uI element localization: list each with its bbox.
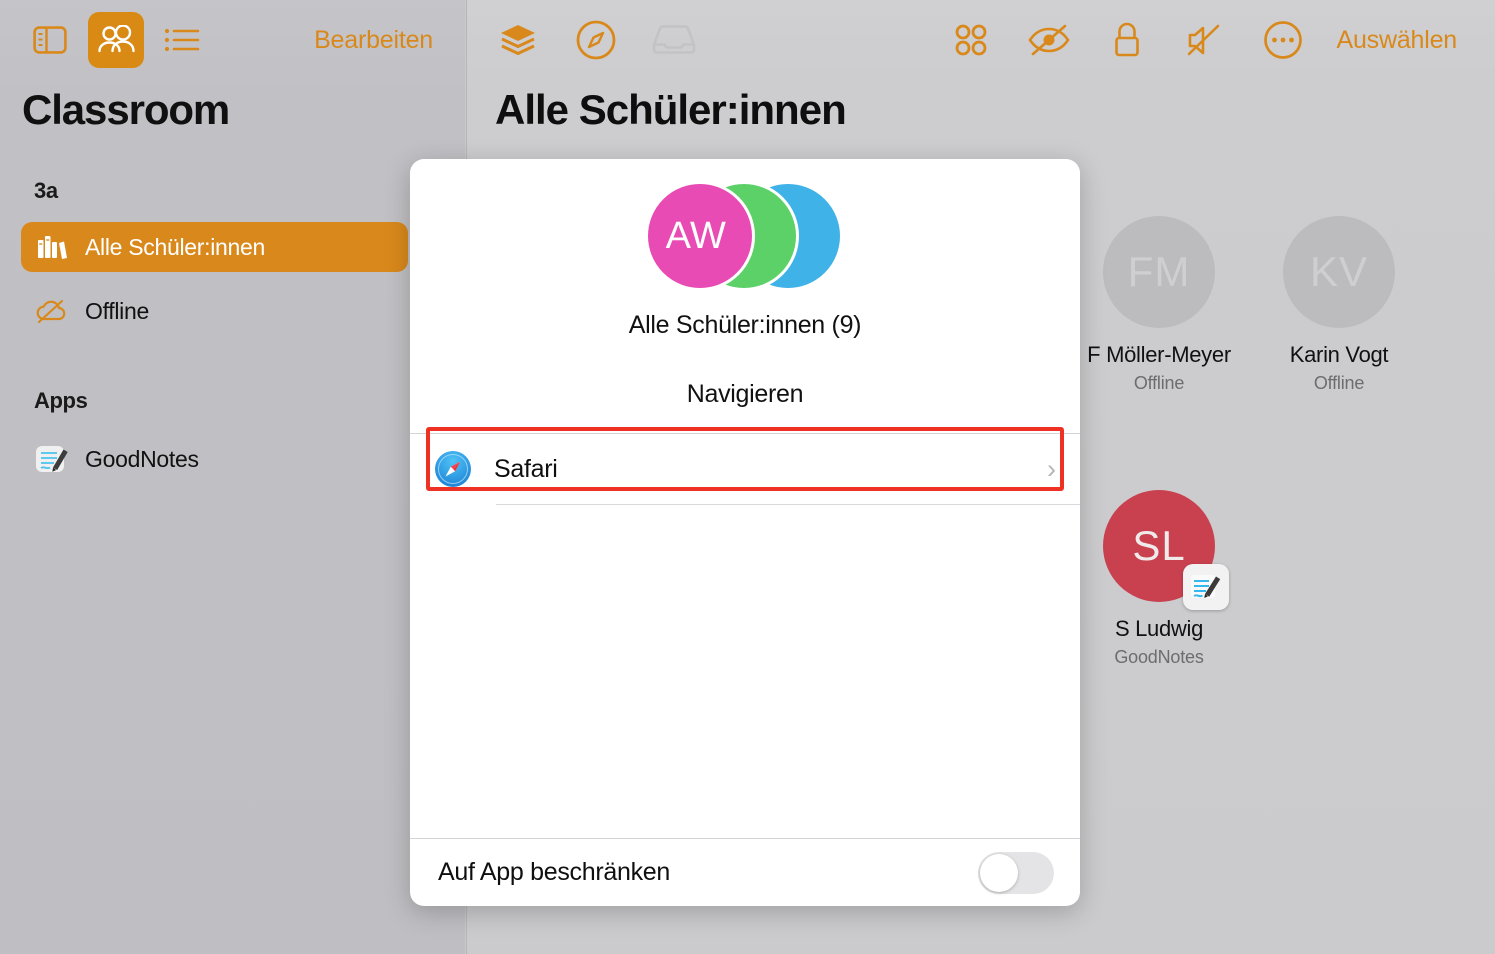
sidebar-item-label: Offline: [85, 297, 149, 324]
sidebar-group-apps: Apps GoodNotes: [0, 388, 465, 484]
student-name: Karin Vogt: [1289, 342, 1389, 367]
student-status: Offline: [1313, 373, 1365, 393]
ellipsis-circle-icon[interactable]: [1258, 15, 1308, 65]
grid-four-circles-icon[interactable]: [946, 15, 996, 65]
lock-icon[interactable]: [1102, 15, 1152, 65]
navigate-popover: L H AW Alle Schüler:innen (9) Navigieren: [410, 159, 1080, 906]
edit-button[interactable]: Bearbeiten: [314, 26, 443, 55]
restrict-to-app-toggle[interactable]: [978, 851, 1054, 894]
books-icon: [35, 231, 69, 263]
avatar-initials: SL: [1132, 522, 1186, 569]
popover-action-title: Navigieren: [686, 380, 804, 408]
compass-navigate-icon[interactable]: [571, 15, 621, 65]
select-button[interactable]: Auswählen: [1336, 26, 1467, 55]
popover-footer: Auf App beschränken: [410, 838, 1080, 906]
main-title: Alle Schüler:innen: [495, 86, 847, 133]
goodnotes-icon: [1183, 564, 1229, 610]
avatar-initials: KV: [1309, 248, 1369, 295]
avatar: FM: [1103, 216, 1215, 328]
avatar-cluster: L H AW: [645, 181, 845, 291]
sidebar: Bearbeiten Classroom 3a Alle Schüler:inn…: [0, 0, 465, 954]
sidebar-group-heading: Apps: [34, 388, 88, 413]
speaker-mute-icon[interactable]: [1180, 15, 1230, 65]
goodnotes-icon: [35, 443, 69, 475]
sidebar-item-label: Alle Schüler:innen: [85, 233, 265, 260]
sidebar-panel-icon[interactable]: [22, 12, 78, 68]
chevron-right-icon: ›: [1047, 453, 1056, 484]
layers-icon[interactable]: [493, 15, 543, 65]
avatar-initials: FM: [1127, 248, 1191, 295]
popover-row-label: Safari: [494, 454, 558, 483]
main-toolbar: Auswählen: [467, 0, 1495, 80]
student-name: F Möller-Meyer: [1087, 342, 1231, 367]
toggle-knob: [980, 853, 1018, 892]
safari-icon: [434, 450, 472, 488]
avatar: SL: [1103, 490, 1229, 610]
sidebar-group-heading: 3a: [34, 178, 58, 203]
list-bullet-icon[interactable]: [154, 12, 210, 68]
popover-group-name: Alle Schüler:innen (9): [628, 311, 862, 339]
eye-slash-icon[interactable]: [1024, 15, 1074, 65]
avatar-cluster-circle-1: AW: [645, 181, 755, 291]
student-name: S Ludwig: [1114, 616, 1204, 641]
student-card[interactable]: FM F Möller-Meyer Offline: [1064, 216, 1254, 394]
student-status: GoodNotes: [1114, 647, 1204, 667]
avatar: KV: [1283, 216, 1395, 328]
sidebar-toolbar: Bearbeiten: [0, 0, 465, 80]
restrict-to-app-label: Auf App beschränken: [438, 858, 670, 886]
student-card[interactable]: SL S Ludwig GoodNotes: [1064, 490, 1254, 668]
popover-row-safari[interactable]: Safari ›: [410, 434, 1080, 504]
popover-body: [410, 505, 1080, 838]
sidebar-item-alle-schuelerinnen[interactable]: Alle Schüler:innen: [21, 222, 408, 272]
sidebar-group-3a: 3a Alle Schüler:innen Offline: [0, 178, 465, 336]
student-status: Offline: [1133, 373, 1185, 393]
sidebar-item-goodnotes[interactable]: GoodNotes: [21, 434, 408, 484]
avatar-initials: AW: [665, 214, 727, 257]
page-title: Classroom: [22, 86, 230, 133]
popover-header: L H AW Alle Schüler:innen (9) Navigieren: [410, 159, 1080, 433]
cloud-slash-icon: [35, 295, 69, 327]
tray-inbox-icon[interactable]: [649, 15, 699, 65]
app-root: Bearbeiten Classroom 3a Alle Schüler:inn…: [0, 0, 1495, 954]
people-icon[interactable]: [88, 12, 144, 68]
sidebar-item-label: GoodNotes: [85, 445, 199, 472]
student-card[interactable]: KV Karin Vogt Offline: [1244, 216, 1434, 394]
sidebar-item-offline[interactable]: Offline: [21, 286, 408, 336]
